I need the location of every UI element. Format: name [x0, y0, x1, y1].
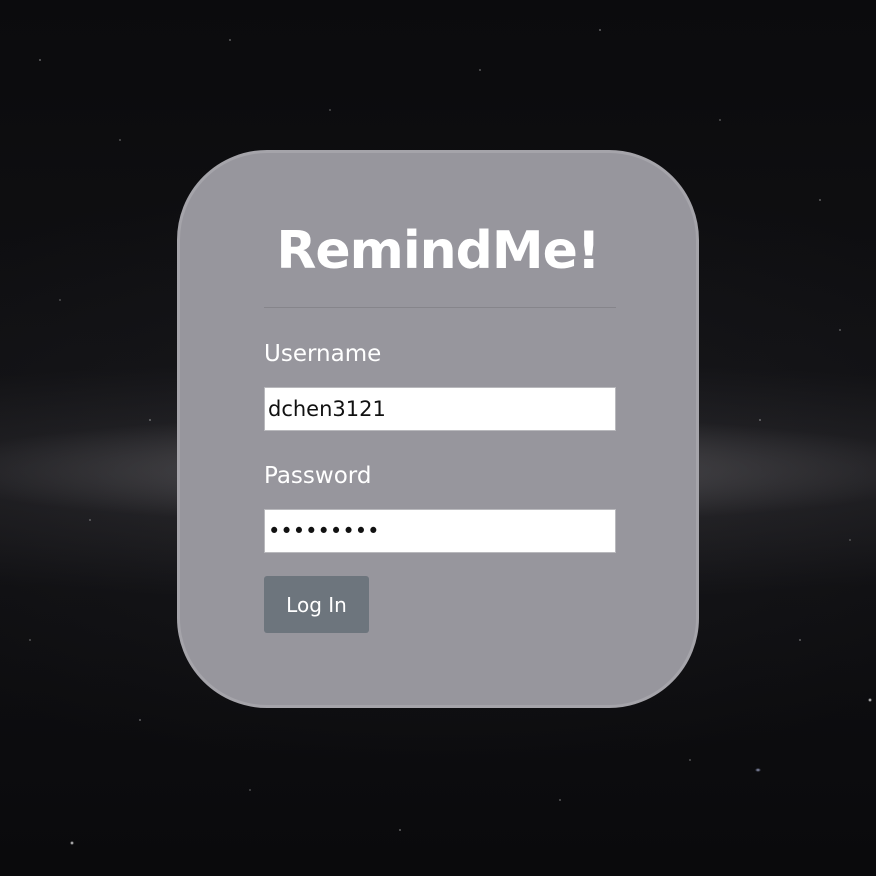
- login-card: RemindMe! Username Password Log In: [177, 150, 699, 708]
- app-title: RemindMe!: [276, 221, 600, 281]
- password-input[interactable]: [264, 509, 616, 553]
- title-divider: [264, 307, 616, 308]
- login-button[interactable]: Log In: [264, 576, 369, 633]
- username-label: Username: [264, 341, 382, 367]
- password-label: Password: [264, 463, 372, 489]
- username-input[interactable]: [264, 387, 616, 431]
